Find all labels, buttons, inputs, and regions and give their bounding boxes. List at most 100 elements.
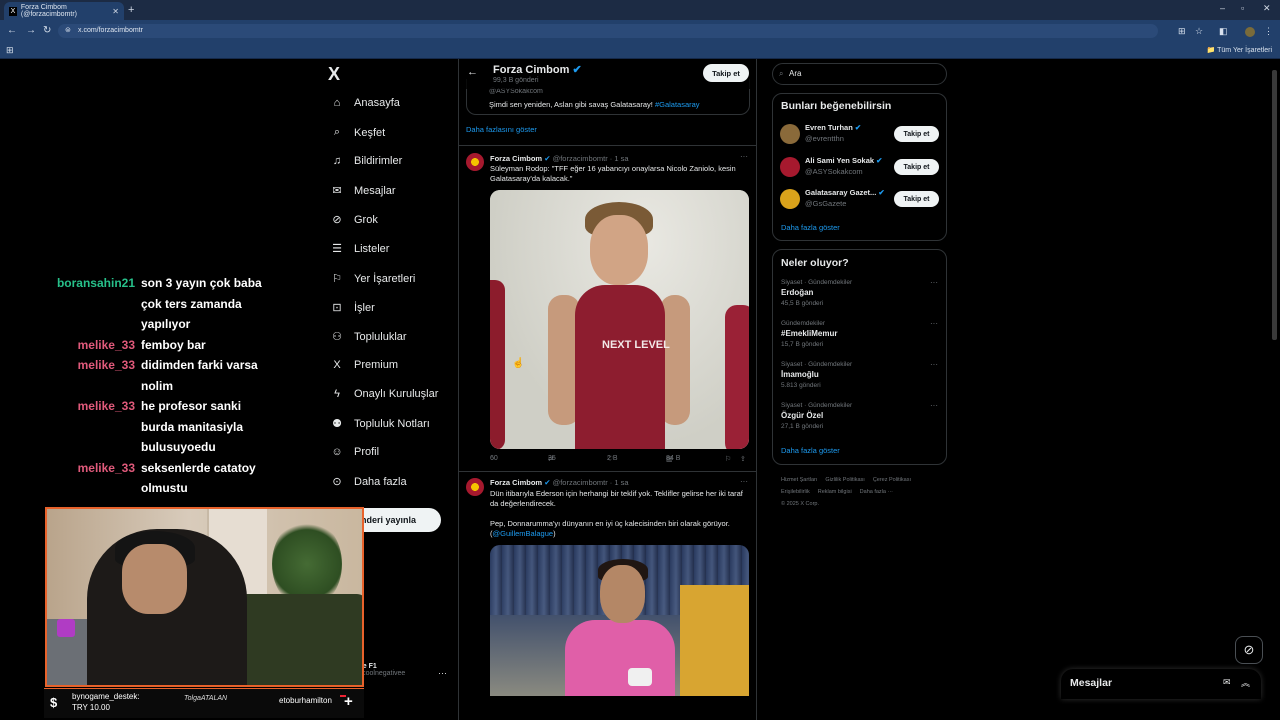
footer-link[interactable]: Erişilebilirlik bbox=[781, 489, 810, 495]
footer-link[interactable]: Hizmet Şartları bbox=[781, 477, 817, 483]
all-bookmarks[interactable]: 📁 Tüm Yer İşaretleri bbox=[1207, 46, 1272, 54]
url-bar[interactable]: ⊜ x.com/forzacimbomtr bbox=[58, 24, 1158, 38]
nav-item-12[interactable]: ☺ Profil bbox=[330, 446, 379, 458]
suggestion-follow-button[interactable]: Takip et bbox=[894, 126, 939, 142]
nav-item-4[interactable]: ⊘ Grok bbox=[330, 213, 377, 227]
trend-more-icon[interactable]: ··· bbox=[930, 278, 938, 287]
back-arrow-icon[interactable]: ← bbox=[467, 66, 478, 78]
trend-name[interactable]: Erdoğan bbox=[781, 288, 813, 297]
post-photo[interactable] bbox=[490, 545, 749, 696]
site-info-icon[interactable]: ⊜ bbox=[65, 24, 71, 38]
post-avatar[interactable] bbox=[466, 153, 484, 171]
sidepanel-icon[interactable]: ◧ bbox=[1219, 26, 1228, 37]
suggestion-name[interactable]: Galatasaray Gazet... ✔ bbox=[805, 188, 885, 197]
nav-item-label: Anasayfa bbox=[354, 97, 400, 109]
new-tab-button[interactable]: + bbox=[128, 4, 134, 16]
suggestion-name[interactable]: Ali Sami Yen Sokak ✔ bbox=[805, 156, 882, 165]
post-handle[interactable]: @forzacimbomtr bbox=[553, 154, 608, 163]
view-count: 84 B bbox=[666, 455, 681, 462]
post-photo[interactable]: NEXT LEVEL bbox=[490, 190, 749, 449]
nav-item-3[interactable]: ✉ Mesajlar bbox=[330, 184, 395, 198]
verified-icon: ✔ bbox=[852, 123, 862, 132]
verified-icon: ✔ bbox=[544, 478, 551, 487]
tab-close-icon[interactable]: ✕ bbox=[112, 7, 119, 16]
nav-item-5[interactable]: ☰ Listeler bbox=[330, 242, 389, 256]
nav-item-6[interactable]: ⚐ Yer İşaretleri bbox=[330, 272, 415, 286]
trend-name[interactable]: #EmekliMemur bbox=[781, 329, 837, 338]
trends-show-more[interactable]: Daha fazla göster bbox=[781, 446, 840, 455]
trend-name[interactable]: İmamoğlu bbox=[781, 370, 819, 379]
nav-item-9[interactable]: X Premium bbox=[330, 359, 398, 371]
post-avatar[interactable] bbox=[466, 478, 484, 496]
suggestion-follow-button[interactable]: Takip et bbox=[894, 159, 939, 175]
forward-icon[interactable]: → bbox=[26, 25, 36, 36]
account-more-icon[interactable]: ··· bbox=[438, 668, 447, 678]
footer-link[interactable]: Çerez Politikası bbox=[873, 477, 911, 483]
trend-count: 27,1 B gönderi bbox=[781, 423, 824, 430]
post-time[interactable]: · 1 sa bbox=[610, 154, 629, 163]
close-window-icon[interactable]: ✕ bbox=[1263, 3, 1271, 14]
x-favicon-icon: X bbox=[9, 6, 17, 16]
x-logo-icon[interactable]: X bbox=[328, 64, 340, 85]
post-mention[interactable]: @GuillemBalague bbox=[493, 529, 554, 538]
nav-item-7[interactable]: ⊡ İşler bbox=[330, 301, 374, 315]
suggestion-avatar[interactable] bbox=[780, 157, 800, 177]
footer-link[interactable]: Gizlilik Politikası bbox=[825, 477, 864, 483]
post-author[interactable]: Forza Cimbom bbox=[490, 154, 542, 163]
suggestion-follow-button[interactable]: Takip et bbox=[894, 191, 939, 207]
browser-profile-avatar[interactable] bbox=[1245, 27, 1255, 37]
apps-grid-icon[interactable]: ⊞ bbox=[6, 45, 14, 56]
post-more-icon[interactable]: ··· bbox=[740, 477, 748, 486]
trend-more-icon[interactable]: ··· bbox=[930, 360, 938, 369]
nav-item-2[interactable]: ♫ Bildirimler bbox=[330, 155, 402, 167]
post-handle[interactable]: @forzacimbomtr bbox=[553, 478, 608, 487]
browser-tab[interactable]: X Forza Cimbom (@forzacimbomtr) ✕ bbox=[4, 2, 124, 20]
nav-item-0[interactable]: ⌂ Anasayfa bbox=[330, 97, 400, 109]
show-more-link[interactable]: Daha fazlasını göster bbox=[466, 125, 537, 134]
suggestion-avatar[interactable] bbox=[780, 124, 800, 144]
main-border-left bbox=[458, 59, 459, 720]
back-icon[interactable]: ← bbox=[7, 25, 17, 36]
compose-message-icon[interactable]: ✉ bbox=[1223, 677, 1231, 688]
nav-item-11[interactable]: ⚉ Topluluk Notları bbox=[330, 417, 430, 431]
premium-icon: X bbox=[333, 359, 341, 371]
reload-icon[interactable]: ↻ bbox=[43, 25, 51, 36]
maximize-icon[interactable]: ▫ bbox=[1241, 3, 1244, 13]
quote-hashtag[interactable]: #Galatasaray bbox=[655, 100, 700, 109]
repost-count: 35 bbox=[548, 455, 556, 462]
messages-dock[interactable]: Mesajlar ✉ ︽ bbox=[1061, 669, 1261, 699]
trend-category: Gündemdekiler bbox=[781, 320, 826, 327]
footer-link[interactable]: © 2025 X Corp. bbox=[781, 501, 819, 507]
post-time[interactable]: · 1 sa bbox=[610, 478, 629, 487]
post-author[interactable]: Forza Cimbom bbox=[490, 478, 542, 487]
search-input[interactable]: ⌕ Ara bbox=[772, 63, 947, 85]
messages-dock-title: Mesajlar bbox=[1070, 677, 1113, 689]
trend-name[interactable]: Özgür Özel bbox=[781, 411, 823, 420]
trend-more-icon[interactable]: ··· bbox=[930, 319, 938, 328]
suggestion-avatar[interactable] bbox=[780, 189, 800, 209]
footer-link[interactable]: Reklam bilgisi bbox=[818, 489, 852, 495]
share-icon[interactable]: ⇪ bbox=[740, 455, 746, 463]
nav-item-1[interactable]: ⌕ Keşfet bbox=[330, 126, 385, 139]
footer-link[interactable]: Daha fazla ··· bbox=[860, 489, 893, 495]
install-icon[interactable]: ⊞ bbox=[1178, 26, 1186, 37]
suggestions-show-more[interactable]: Daha fazla göster bbox=[781, 223, 840, 232]
chat-username: boransahin21 bbox=[56, 276, 135, 290]
minimize-icon[interactable]: – bbox=[1220, 3, 1225, 13]
nav-item-8[interactable]: ⚇ Topluluklar bbox=[330, 330, 407, 344]
follow-button[interactable]: Takip et bbox=[703, 64, 749, 82]
nav-item-13[interactable]: ⊙ Daha fazla bbox=[330, 475, 406, 489]
communities-icon: ⚇ bbox=[332, 331, 342, 343]
suggestion-name[interactable]: Evren Turhan ✔ bbox=[805, 123, 861, 132]
mail-icon: ✉ bbox=[332, 185, 342, 197]
star-icon[interactable]: ☆ bbox=[1195, 26, 1203, 37]
grok-float-icon[interactable]: ⊘ bbox=[1235, 636, 1263, 664]
scrollbar[interactable] bbox=[1272, 70, 1277, 340]
bookmark-icon[interactable]: ⚐ bbox=[725, 455, 731, 463]
chat-username bbox=[52, 314, 141, 335]
trend-more-icon[interactable]: ··· bbox=[930, 401, 938, 410]
nav-item-10[interactable]: ϟ Onaylı Kuruluşlar bbox=[330, 388, 438, 400]
post-more-icon[interactable]: ··· bbox=[740, 152, 748, 161]
expand-icon[interactable]: ︽ bbox=[1241, 676, 1250, 689]
browser-menu-icon[interactable]: ⋮ bbox=[1264, 26, 1273, 37]
